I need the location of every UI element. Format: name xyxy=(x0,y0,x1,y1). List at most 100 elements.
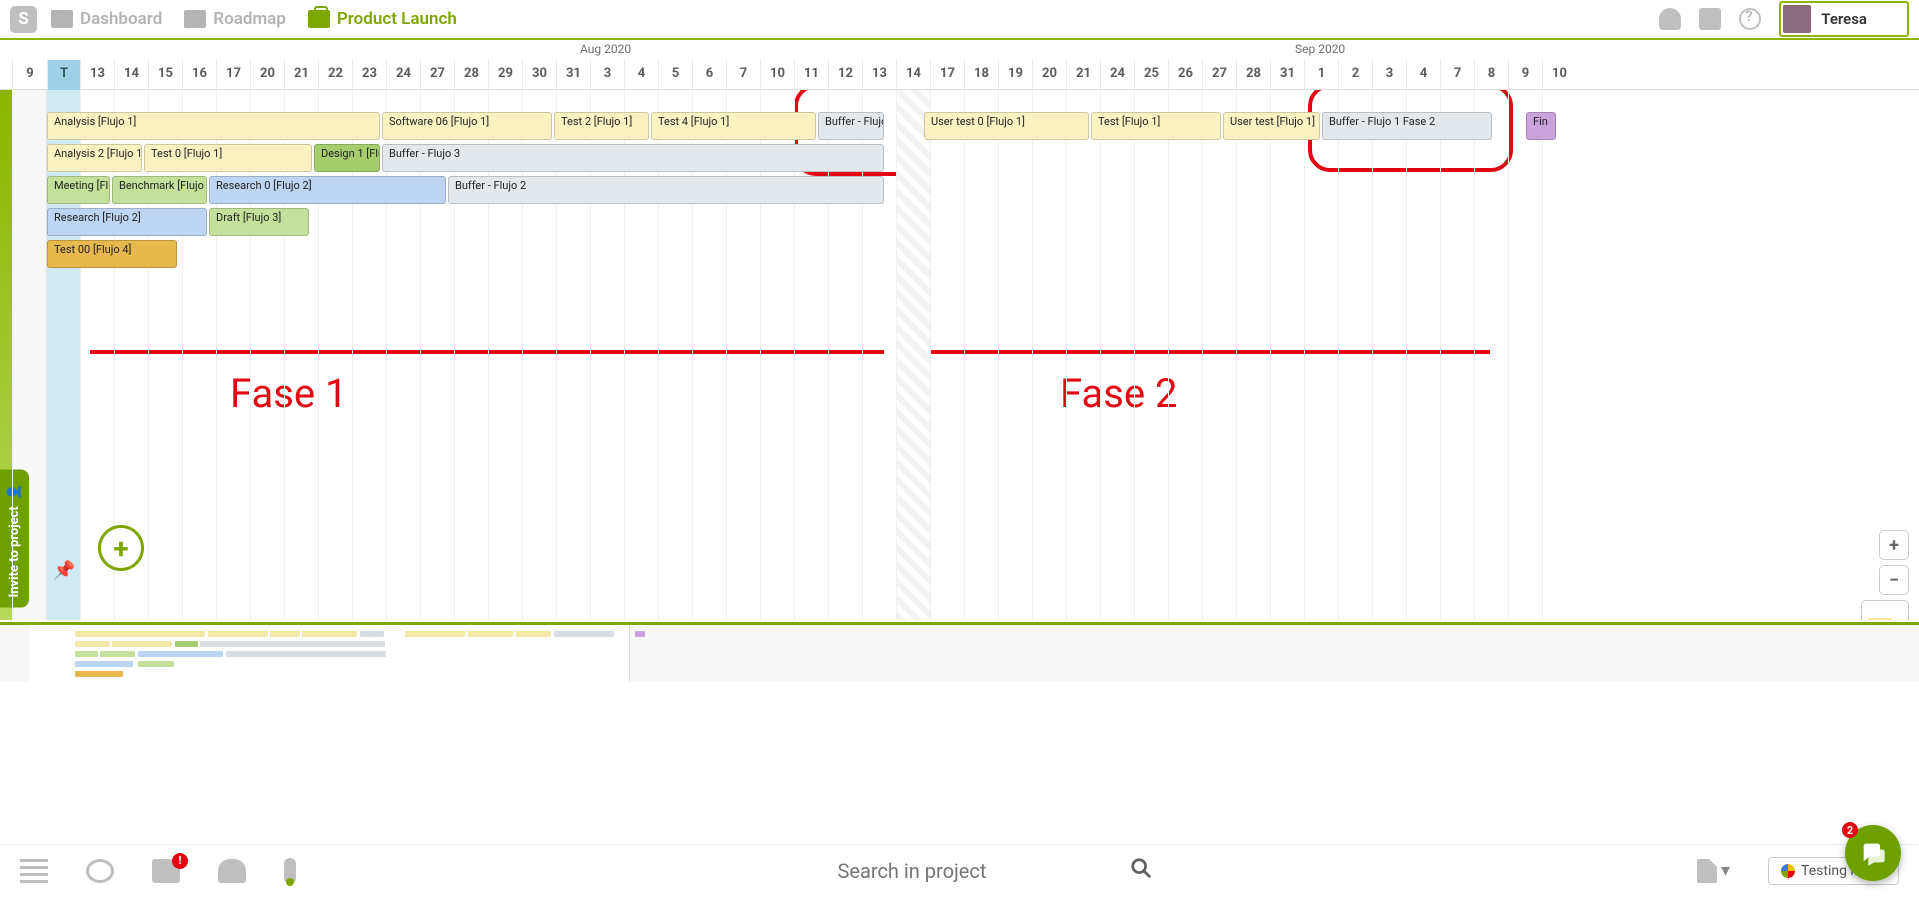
day-cell[interactable]: 20 xyxy=(250,60,284,90)
day-cell[interactable]: 7 xyxy=(726,60,760,90)
day-cell[interactable]: 31 xyxy=(1270,60,1304,90)
task-bar[interactable]: Test 0 [Flujo 1] xyxy=(144,144,312,172)
task-bar[interactable]: Research [Flujo 2] xyxy=(47,208,207,236)
day-cell[interactable]: 12 xyxy=(828,60,862,90)
people-icon[interactable]: ! xyxy=(152,859,180,883)
day-cell[interactable]: 25 xyxy=(1134,60,1168,90)
day-cell[interactable]: 18 xyxy=(964,60,998,90)
day-cell[interactable]: 2 xyxy=(1338,60,1372,90)
task-bar[interactable]: User test [Flujo 1] xyxy=(1223,112,1320,140)
zoom-in-button[interactable]: + xyxy=(1879,530,1909,560)
day-cell[interactable]: 27 xyxy=(420,60,454,90)
task-bar[interactable]: Test 4 [Flujo 1] xyxy=(651,112,816,140)
day-cell[interactable]: 29 xyxy=(488,60,522,90)
search-input[interactable] xyxy=(838,854,1088,888)
day-cell[interactable]: 13 xyxy=(862,60,896,90)
add-task-button[interactable]: + xyxy=(98,525,144,571)
day-cell[interactable]: 22 xyxy=(318,60,352,90)
day-cell[interactable]: 26 xyxy=(1168,60,1202,90)
task-bar[interactable]: Buffer - Flujo 1 xyxy=(818,112,884,140)
day-cell[interactable]: 19 xyxy=(998,60,1032,90)
timeline[interactable]: Invite to project 👤 HITO 1 Fase 1 Fase 2… xyxy=(0,90,1919,620)
day-cell[interactable]: 9 xyxy=(12,60,47,90)
bottombar: ! ▾ Testing mode xyxy=(0,844,1919,896)
minimap-viewport[interactable] xyxy=(30,625,630,682)
task-bar[interactable]: Analysis [Flujo 1] xyxy=(47,112,380,140)
day-ruler[interactable]: 9T13141516172021222324272829303134567101… xyxy=(0,60,1919,90)
task-bar[interactable]: Research 0 [Flujo 2] xyxy=(209,176,446,204)
day-cell[interactable]: 3 xyxy=(590,60,624,90)
zoom-out-button[interactable]: − xyxy=(1879,565,1909,595)
day-cell[interactable]: 7 xyxy=(1440,60,1474,90)
list-icon[interactable] xyxy=(20,859,48,883)
task-bar[interactable]: Buffer - Flujo 2 xyxy=(448,176,884,204)
task-bar[interactable]: Draft [Flujo 3] xyxy=(209,208,309,236)
task-bar[interactable]: Test 00 [Flujo 4] xyxy=(47,240,177,268)
day-cell[interactable]: 1 xyxy=(1304,60,1338,90)
month-label: Aug 2020 xyxy=(580,42,631,56)
chat-fab[interactable]: 2 xyxy=(1845,825,1901,881)
day-cell[interactable]: 14 xyxy=(896,60,930,90)
day-cell[interactable]: 5 xyxy=(658,60,692,90)
app-logo[interactable]: S xyxy=(10,6,37,33)
day-cell[interactable]: 10 xyxy=(1542,60,1576,90)
task-bar[interactable]: Test [Flujo 1] xyxy=(1091,112,1221,140)
task-bar[interactable]: Design 1 [Flujo 3] xyxy=(314,144,380,172)
nav-roadmap[interactable]: Roadmap xyxy=(184,9,286,29)
day-cell[interactable]: 8 xyxy=(1474,60,1508,90)
task-bar[interactable]: Meeting [Flujo 3] xyxy=(47,176,110,204)
day-cell[interactable]: 23 xyxy=(352,60,386,90)
grid-column xyxy=(1066,90,1100,620)
grid-column xyxy=(1304,90,1338,620)
grid-column xyxy=(1338,90,1372,620)
gauge-icon[interactable] xyxy=(218,859,246,883)
day-cell[interactable]: 28 xyxy=(1236,60,1270,90)
day-cell[interactable]: 30 xyxy=(522,60,556,90)
task-bar[interactable]: Test 2 [Flujo 1] xyxy=(554,112,649,140)
task-bar[interactable]: User test 0 [Flujo 1] xyxy=(924,112,1089,140)
clock-icon[interactable] xyxy=(86,859,114,883)
day-cell[interactable]: 17 xyxy=(216,60,250,90)
pin-button[interactable]: 📌 xyxy=(53,560,73,580)
task-bar[interactable]: Benchmark [Flujo 3] xyxy=(112,176,207,204)
day-cell[interactable]: 9 xyxy=(1508,60,1542,90)
day-cell[interactable]: 10 xyxy=(760,60,794,90)
day-cell[interactable]: 17 xyxy=(930,60,964,90)
day-cell[interactable]: 16 xyxy=(182,60,216,90)
day-cell[interactable]: 14 xyxy=(114,60,148,90)
task-bar[interactable]: Fin xyxy=(1526,112,1556,140)
day-cell[interactable]: 24 xyxy=(386,60,420,90)
day-cell[interactable]: 28 xyxy=(454,60,488,90)
nav-dashboard[interactable]: Dashboard xyxy=(51,9,162,29)
cpm-toggle[interactable]: CPM xyxy=(1861,600,1909,620)
bell-icon[interactable] xyxy=(1659,8,1681,30)
user-menu[interactable]: Teresa xyxy=(1779,1,1909,37)
monitor-icon[interactable] xyxy=(1699,8,1721,30)
day-cell[interactable]: 13 xyxy=(80,60,114,90)
day-cell[interactable]: 21 xyxy=(284,60,318,90)
search-button[interactable] xyxy=(1126,856,1156,886)
day-cell[interactable]: T xyxy=(47,60,80,90)
help-icon[interactable] xyxy=(1739,8,1761,30)
people-badge: ! xyxy=(172,853,188,869)
task-bar[interactable]: Software 06 [Flujo 1] xyxy=(382,112,552,140)
day-cell[interactable]: 31 xyxy=(556,60,590,90)
nav-dashboard-label: Dashboard xyxy=(80,9,162,29)
day-cell[interactable]: 4 xyxy=(1406,60,1440,90)
day-cell[interactable]: 6 xyxy=(692,60,726,90)
minimap[interactable] xyxy=(0,622,1919,682)
nav-project[interactable]: Product Launch xyxy=(308,9,457,29)
task-bar[interactable]: Buffer - Flujo 3 xyxy=(382,144,884,172)
day-cell[interactable]: 11 xyxy=(794,60,828,90)
document-menu[interactable]: ▾ xyxy=(1697,859,1730,883)
task-bar[interactable]: Analysis 2 [Flujo 1] xyxy=(47,144,142,172)
traffic-light-icon[interactable] xyxy=(284,858,296,884)
day-cell[interactable]: 20 xyxy=(1032,60,1066,90)
day-cell[interactable]: 21 xyxy=(1066,60,1100,90)
day-cell[interactable]: 4 xyxy=(624,60,658,90)
task-bar[interactable]: Buffer - Flujo 1 Fase 2 xyxy=(1322,112,1492,140)
day-cell[interactable]: 24 xyxy=(1100,60,1134,90)
day-cell[interactable]: 27 xyxy=(1202,60,1236,90)
day-cell[interactable]: 3 xyxy=(1372,60,1406,90)
day-cell[interactable]: 15 xyxy=(148,60,182,90)
